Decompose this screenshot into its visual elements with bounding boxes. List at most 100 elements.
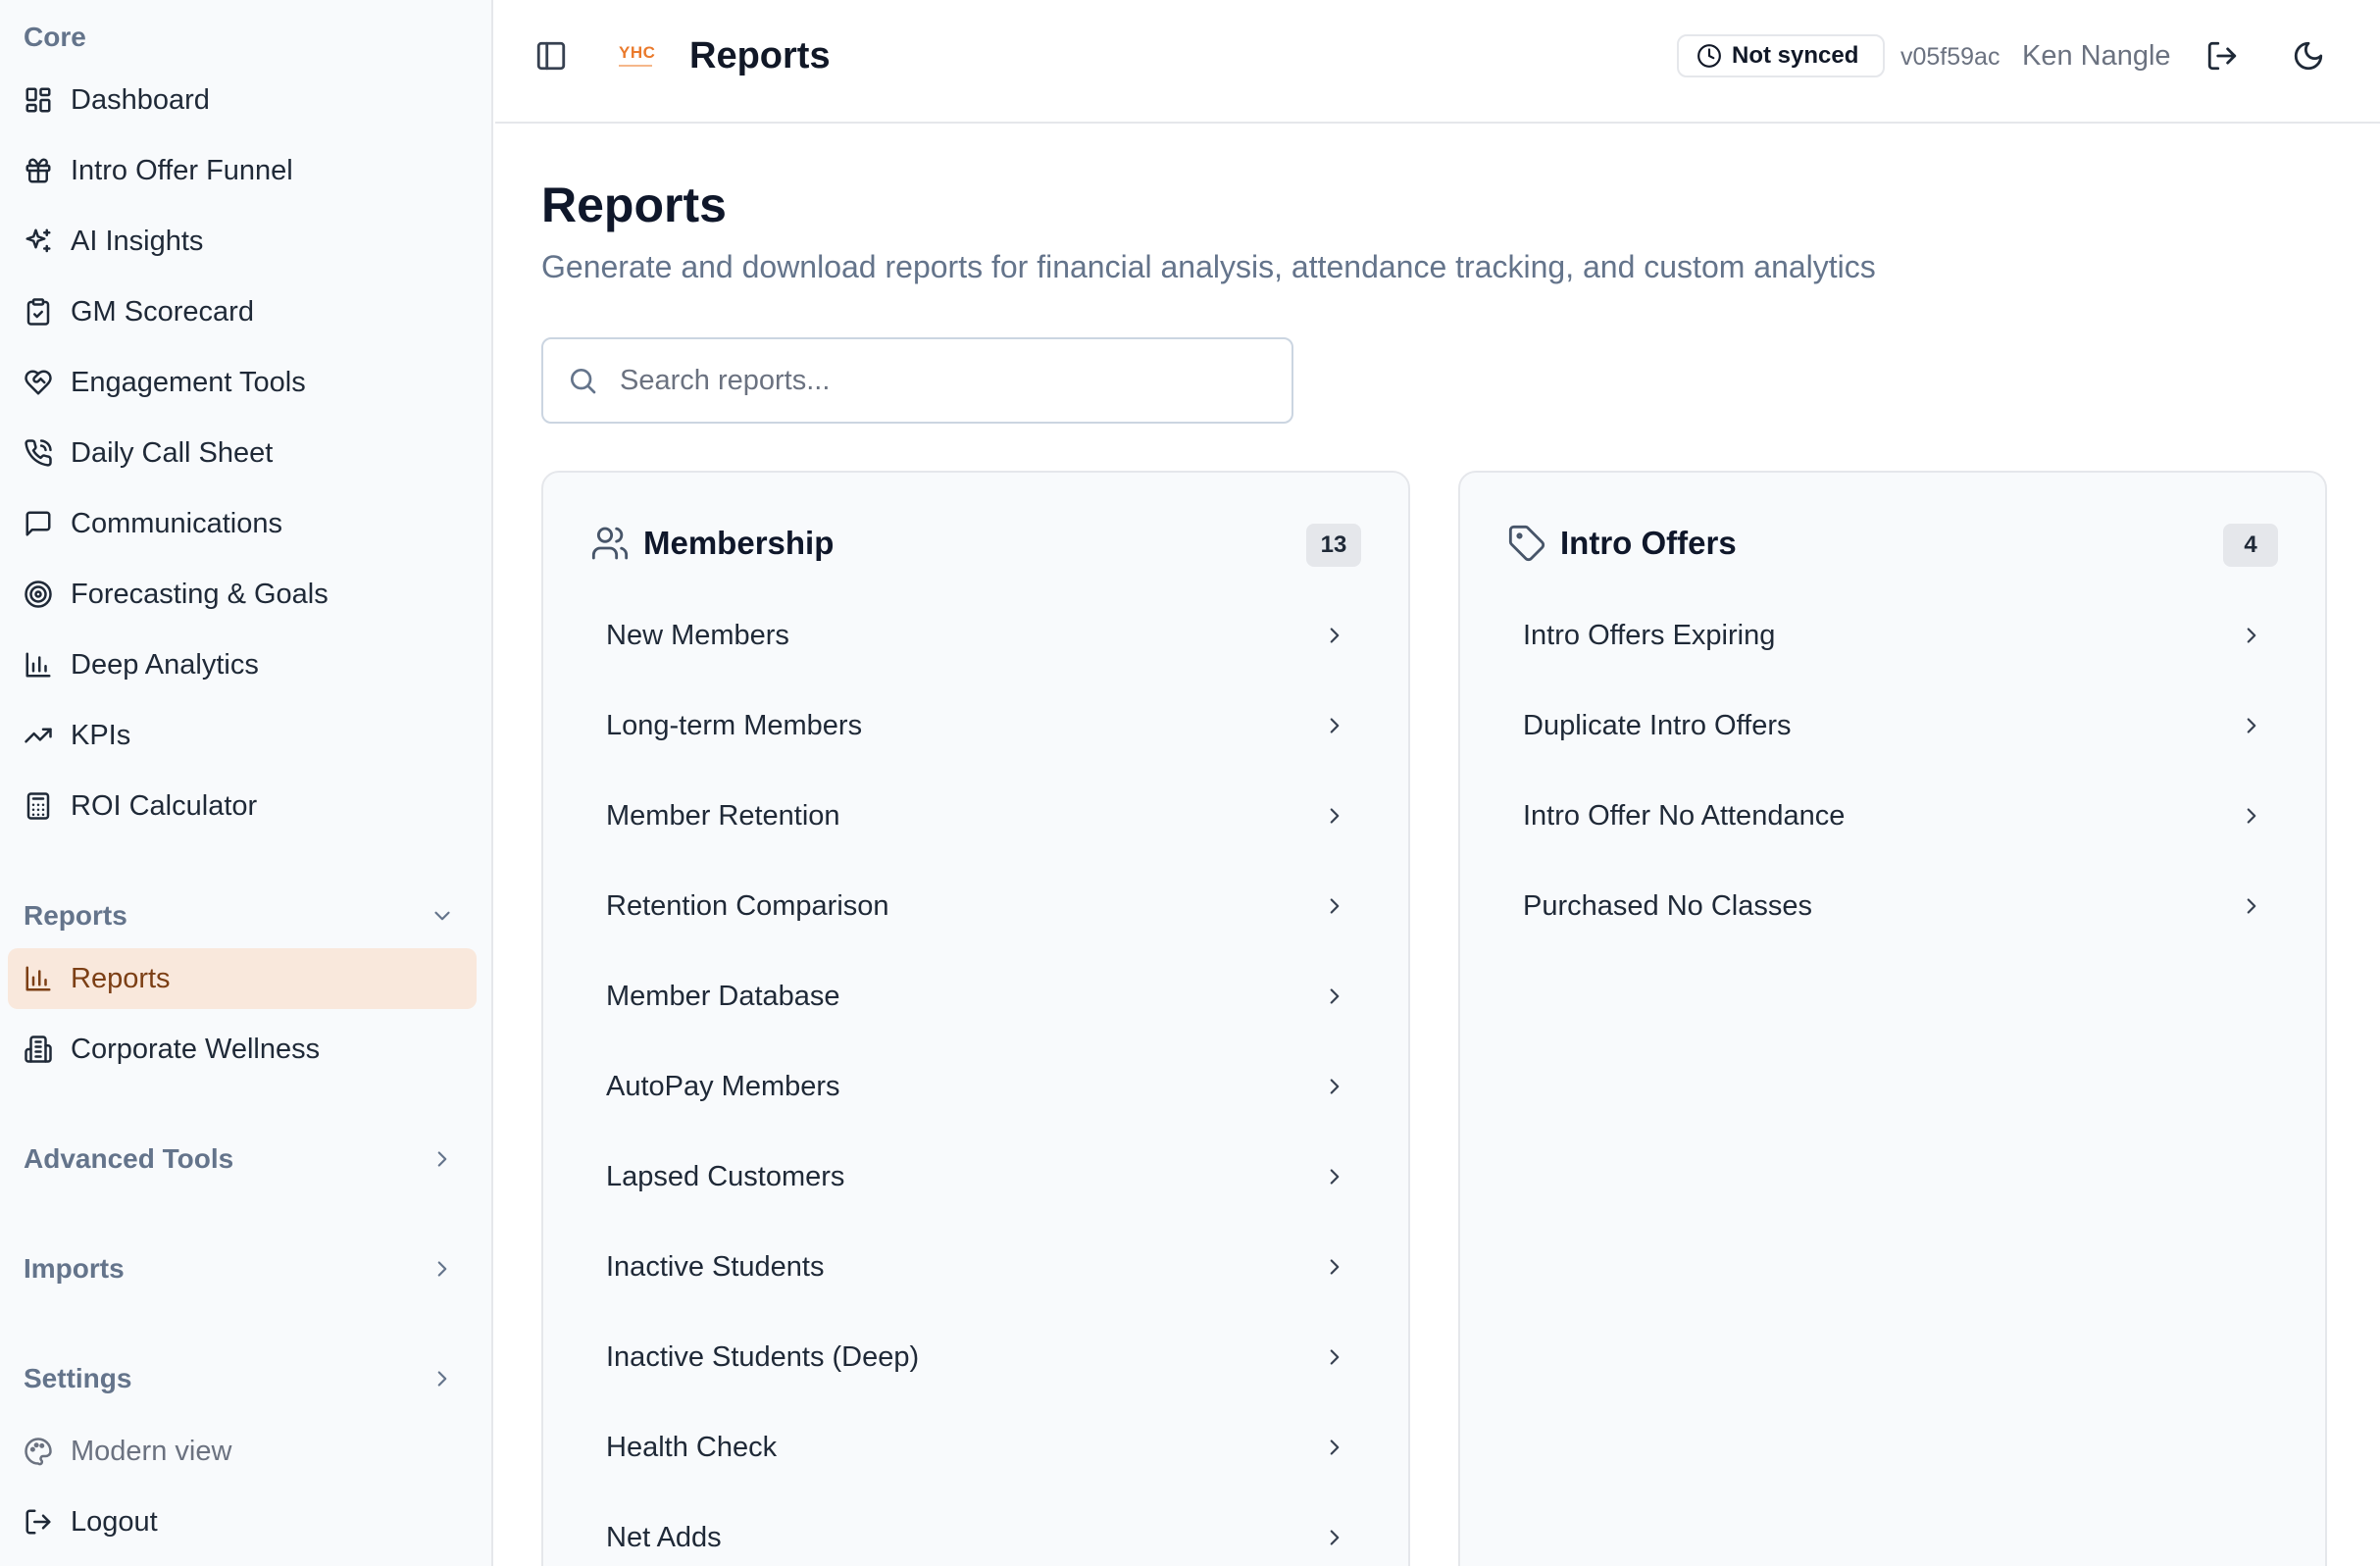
sidebar-item-reports[interactable]: Reports [8,948,477,1009]
search-input[interactable] [620,364,1247,397]
chevron-right-icon [430,1146,455,1172]
sidebar-item-forecasting-goals[interactable]: Forecasting & Goals [8,564,477,625]
building-icon [24,1035,53,1064]
sidebar-item-label: GM Scorecard [71,295,254,328]
chevron-right-icon [430,1256,455,1282]
sidebar-item-communications[interactable]: Communications [8,493,477,554]
sidebar-item-kpis[interactable]: KPIs [8,705,477,766]
sidebar-item-roi-calculator[interactable]: ROI Calculator [8,776,477,836]
palette-icon [24,1437,53,1466]
chevron-right-icon [1322,1435,1347,1460]
chevron-right-icon [2239,623,2264,648]
chevron-right-icon [2239,893,2264,919]
report-item-duplicate-intro-offers[interactable]: Duplicate Intro Offers [1507,686,2282,765]
sparkles-icon [24,227,53,256]
report-item-lapsed-customers[interactable]: Lapsed Customers [590,1137,1365,1216]
log-out-icon[interactable] [2205,39,2239,73]
report-item-intro-offers-expiring[interactable]: Intro Offers Expiring [1507,596,2282,675]
chevron-right-icon [1322,803,1347,829]
sidebar-item-ai-insights[interactable]: AI Insights [8,211,477,272]
sidebar-group-imports[interactable]: Imports [8,1241,477,1296]
chevron-right-icon [1322,1525,1347,1550]
clipboard-check-icon [24,297,53,327]
chevron-right-icon [2239,713,2264,738]
message-square-icon [24,509,53,538]
sidebar-item-label: Daily Call Sheet [71,436,274,469]
sidebar-item-label: AI Insights [71,225,204,257]
sidebar-item-deep-analytics[interactable]: Deep Analytics [8,634,477,695]
sidebar-item-label: Engagement Tools [71,366,306,398]
card-header: Membership [590,524,834,563]
modern-view-button[interactable]: Modern view [8,1421,477,1482]
clock-icon [1696,43,1722,69]
sidebar-item-label: Communications [71,507,282,539]
top-bar: YHC Reports Not synced v05f59ac Ken Nang… [495,0,2380,124]
calculator-icon [24,791,53,821]
card-header: Intro Offers [1507,524,1737,563]
chevron-right-icon [1322,1254,1347,1280]
search-box[interactable] [541,337,1293,424]
chevron-right-icon [2239,803,2264,829]
chevron-right-icon [1322,1074,1347,1099]
sidebar-toggle-icon[interactable] [534,39,568,73]
app-logo: YHC [619,43,656,69]
count-badge: 4 [2223,524,2278,567]
page-subtitle: Generate and download reports for financ… [541,249,1876,284]
sidebar-item-engagement-tools[interactable]: Engagement Tools [8,352,477,413]
membership-card: Membership 13 New Members Long-term Memb… [541,471,1410,1566]
card-title: Intro Offers [1560,525,1737,561]
modern-view-label: Modern view [71,1435,232,1467]
sidebar-item-label: KPIs [71,719,131,751]
sidebar-group-core: Core [24,22,86,52]
phone-call-icon [24,438,53,468]
report-item-intro-offer-no-attendance[interactable]: Intro Offer No Attendance [1507,777,2282,855]
report-item-autopay-members[interactable]: AutoPay Members [590,1047,1365,1126]
chevron-right-icon [1322,713,1347,738]
heart-handshake-icon [24,368,53,397]
sidebar-item-label: Deep Analytics [71,648,259,681]
users-icon [590,524,630,563]
sidebar-item-dashboard[interactable]: Dashboard [8,70,477,130]
sidebar-item-intro-offer-funnel[interactable]: Intro Offer Funnel [8,140,477,201]
sidebar-item-label: Forecasting & Goals [71,578,329,610]
dashboard-icon [24,85,53,115]
card-title: Membership [643,525,835,561]
sidebar-item-corporate-wellness[interactable]: Corporate Wellness [8,1019,477,1080]
sidebar-logout-button[interactable]: Logout [8,1491,477,1552]
sidebar-item-label: ROI Calculator [71,789,258,822]
report-item-health-check[interactable]: Health Check [590,1408,1365,1487]
gift-icon [24,156,53,185]
sidebar-item-daily-call-sheet[interactable]: Daily Call Sheet [8,423,477,483]
report-item-inactive-students[interactable]: Inactive Students [590,1228,1365,1306]
tag-icon [1507,524,1546,563]
bar-chart-icon [24,650,53,680]
sidebar-group-reports[interactable]: Reports [8,888,477,943]
chevron-right-icon [430,1366,455,1391]
report-item-net-adds[interactable]: Net Adds [590,1498,1365,1566]
chevron-right-icon [1322,893,1347,919]
report-item-new-members[interactable]: New Members [590,596,1365,675]
report-item-inactive-students-deep[interactable]: Inactive Students (Deep) [590,1318,1365,1396]
sidebar-item-label: Dashboard [71,83,210,116]
sidebar: Core Dashboard Intro Offer Funnel AI Ins… [0,0,493,1566]
report-item-member-retention[interactable]: Member Retention [590,777,1365,855]
sidebar-group-settings[interactable]: Settings [8,1351,477,1406]
sidebar-item-label: Intro Offer Funnel [71,154,293,186]
count-badge: 13 [1306,524,1361,567]
version-label: v05f59ac [1900,43,2000,71]
chevron-down-icon [430,903,455,929]
report-item-purchased-no-classes[interactable]: Purchased No Classes [1507,867,2282,945]
trending-up-icon [24,721,53,750]
bar-chart-icon [24,964,53,993]
chevron-right-icon [1322,1164,1347,1189]
report-item-member-database[interactable]: Member Database [590,957,1365,1036]
sidebar-item-gm-scorecard[interactable]: GM Scorecard [8,281,477,342]
user-name: Ken Nangle [2022,40,2171,72]
sidebar-item-label: Corporate Wellness [71,1033,321,1065]
report-item-long-term-members[interactable]: Long-term Members [590,686,1365,765]
moon-icon[interactable] [2292,39,2325,73]
sidebar-group-advanced-tools[interactable]: Advanced Tools [8,1132,477,1187]
search-icon [567,365,598,396]
sync-status-badge[interactable]: Not synced [1677,34,1885,77]
report-item-retention-comparison[interactable]: Retention Comparison [590,867,1365,945]
